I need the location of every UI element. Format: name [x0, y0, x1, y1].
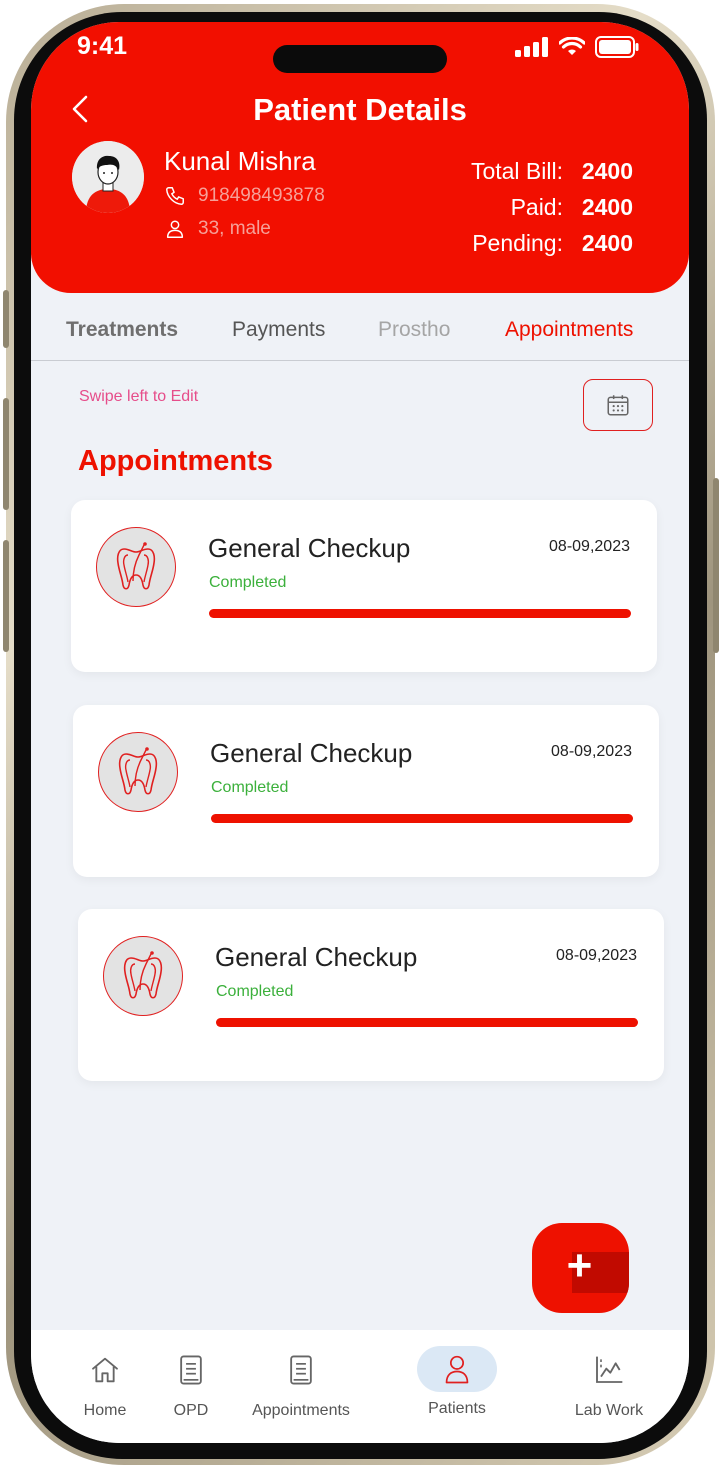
dynamic-island [273, 45, 447, 73]
appointment-card[interactable]: General Checkup 08-09,2023 Completed [73, 705, 659, 877]
appointment-status: Completed [216, 983, 294, 1000]
battery-icon [595, 36, 639, 58]
pending-value: 2400 [581, 230, 633, 256]
app-screen: 9:41 Patient Details Kunal Mishra 918498… [31, 22, 689, 1443]
nav-home[interactable]: Home [65, 1330, 145, 1443]
appointment-title: General Checkup [208, 533, 411, 563]
tab-payments[interactable]: Payments [232, 318, 325, 342]
swipe-hint: Swipe left to Edit [79, 388, 199, 405]
paid-label: Paid: [510, 194, 563, 220]
add-appointment-button[interactable]: + [532, 1223, 629, 1313]
patient-age-gender: 33, male [198, 218, 271, 239]
appointment-status: Completed [211, 779, 289, 796]
mute-switch [3, 290, 9, 348]
page-title: Patient Details [253, 92, 467, 127]
nav-patients[interactable]: Patients [415, 1330, 499, 1443]
tab-treatments[interactable]: Treatments [66, 318, 178, 342]
tooth-icon [103, 936, 183, 1016]
appointment-title: General Checkup [210, 738, 413, 768]
pending-label: Pending: [472, 230, 563, 256]
appointment-status: Completed [209, 574, 287, 591]
plus-icon: + [566, 1241, 593, 1290]
appointment-date: 08-09,2023 [556, 947, 637, 964]
tab-bar: Treatments Payments Prostho Appointments [31, 318, 689, 361]
total-bill-value: 2400 [581, 158, 633, 184]
billing-summary: Total Bill: 2400 Paid: 2400 Pending: 2400 [471, 153, 633, 261]
nav-appointments[interactable]: Appointments [246, 1330, 356, 1443]
patient-age-row: 33, male [164, 218, 271, 240]
active-tab-pill [417, 1346, 497, 1392]
bottom-nav: Home OPD Appointments Patients Lab Work [31, 1330, 689, 1443]
patients-icon [445, 1355, 469, 1384]
volume-down-button [3, 540, 9, 652]
tooth-icon [96, 527, 176, 607]
appointment-date: 08-09,2023 [551, 743, 632, 760]
person-icon [166, 220, 184, 238]
nav-patients-label: Patients [428, 1400, 486, 1417]
tooth-icon [98, 732, 178, 812]
patient-phone[interactable]: 918498493878 [198, 185, 325, 207]
appointments-icon [290, 1355, 312, 1385]
volume-up-button [3, 398, 9, 510]
appointment-progress-bar [211, 814, 633, 823]
appointment-card[interactable]: General Checkup 08-09,2023 Completed [78, 909, 664, 1081]
section-title: Appointments [78, 445, 273, 477]
nav-appointments-label: Appointments [252, 1402, 350, 1419]
patient-header: 9:41 Patient Details Kunal Mishra 918498… [31, 22, 689, 293]
nav-lab-work-label: Lab Work [574, 1402, 644, 1419]
tab-prostho[interactable]: Prostho [378, 318, 450, 342]
appointment-date: 08-09,2023 [549, 538, 630, 555]
nav-opd-label: OPD [173, 1402, 209, 1419]
patient-name: Kunal Mishra [164, 146, 316, 176]
signal-icon [515, 37, 548, 57]
home-icon [92, 1357, 118, 1383]
nav-lab-work[interactable]: Lab Work [561, 1330, 657, 1443]
nav-home-label: Home [83, 1402, 127, 1419]
patient-avatar [72, 141, 144, 213]
phone-icon [166, 187, 184, 205]
power-button [713, 478, 719, 653]
nav-opd[interactable]: OPD [151, 1330, 231, 1443]
total-bill-label: Total Bill: [470, 158, 563, 184]
wifi-icon [559, 37, 585, 55]
appointment-title: General Checkup [215, 942, 418, 972]
appointment-progress-bar [209, 609, 631, 618]
calendar-icon [607, 395, 629, 416]
status-icons [515, 36, 639, 58]
patient-phone-row: 918498493878 [164, 185, 325, 207]
opd-icon [180, 1355, 202, 1385]
calendar-button[interactable] [583, 379, 653, 431]
appointment-card[interactable]: General Checkup 08-09,2023 Completed [71, 500, 657, 672]
paid-value: 2400 [581, 194, 633, 220]
status-time: 9:41 [77, 32, 128, 60]
lab-work-icon [596, 1356, 623, 1383]
appointment-progress-bar [216, 1018, 638, 1027]
tab-appointments[interactable]: Appointments [505, 318, 633, 342]
